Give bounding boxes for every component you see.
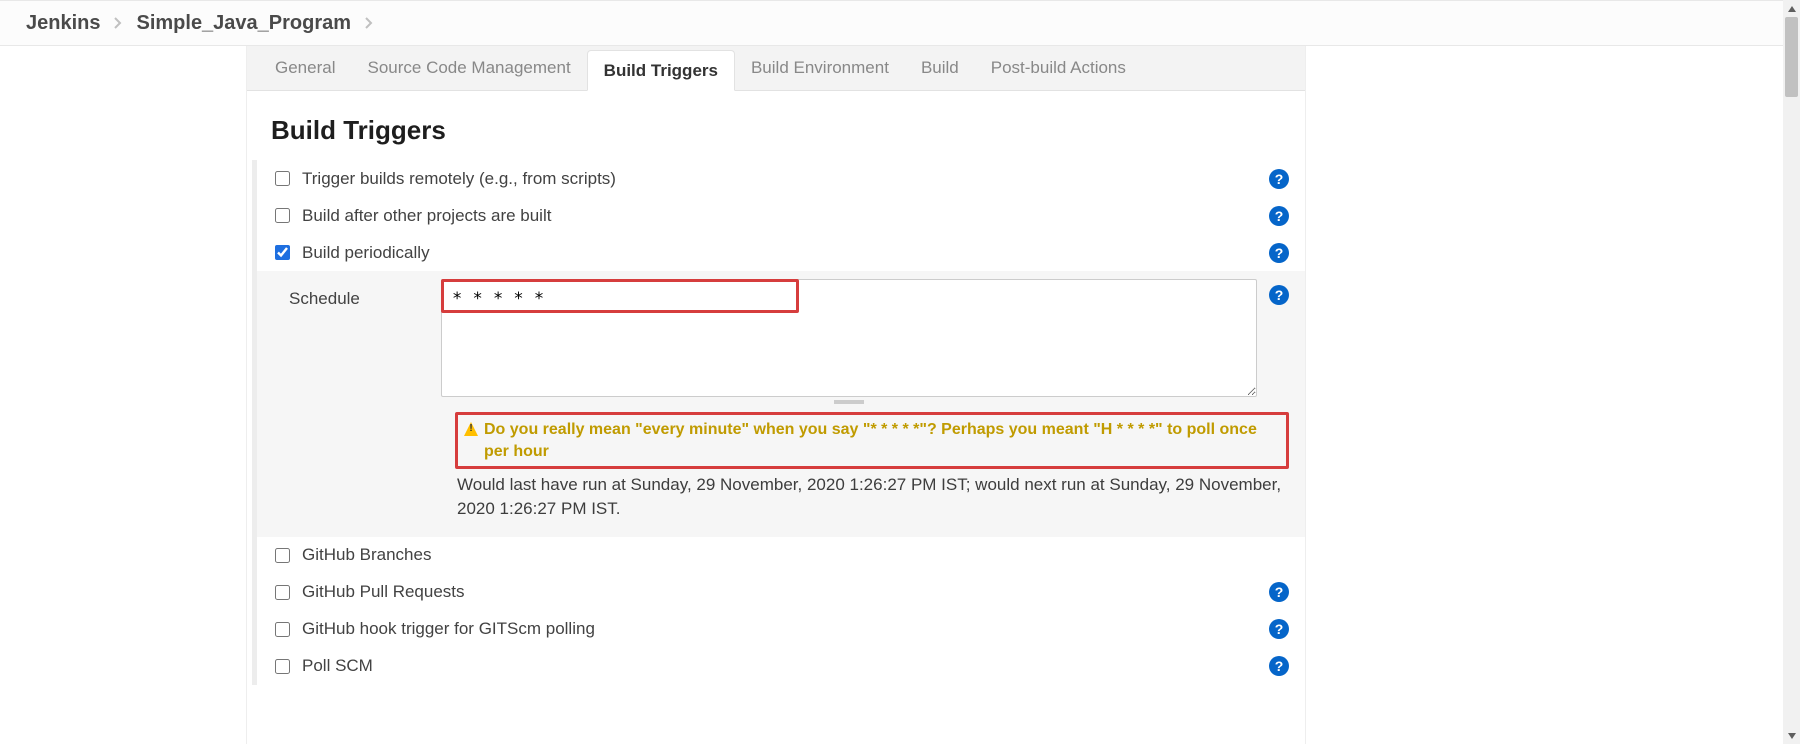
trigger-periodic-checkbox[interactable] bbox=[275, 245, 290, 260]
tab-build[interactable]: Build bbox=[905, 46, 975, 90]
poll-scm-label: Poll SCM bbox=[302, 656, 373, 676]
scrollbar-track[interactable] bbox=[1783, 17, 1800, 727]
github-hook-label: GitHub hook trigger for GITScm polling bbox=[302, 619, 595, 639]
trigger-after-label: Build after other projects are built bbox=[302, 206, 551, 226]
config-panel: General Source Code Management Build Tri… bbox=[246, 46, 1306, 744]
github-prs-row[interactable]: GitHub Pull Requests ? bbox=[257, 574, 1305, 611]
help-icon[interactable]: ? bbox=[1269, 285, 1289, 305]
poll-scm-checkbox[interactable] bbox=[275, 659, 290, 674]
github-prs-label: GitHub Pull Requests bbox=[302, 582, 465, 602]
schedule-warning: Do you really mean "every minute" when y… bbox=[455, 412, 1289, 469]
trigger-remote-checkbox[interactable] bbox=[275, 171, 290, 186]
help-icon[interactable]: ? bbox=[1269, 206, 1289, 226]
breadcrumb-root[interactable]: Jenkins bbox=[26, 12, 100, 35]
schedule-info-text: Would last have run at Sunday, 29 Novemb… bbox=[455, 471, 1289, 529]
vertical-scrollbar[interactable] bbox=[1783, 0, 1800, 744]
help-icon[interactable]: ? bbox=[1269, 169, 1289, 189]
trigger-after-row[interactable]: Build after other projects are built ? bbox=[257, 197, 1305, 234]
breadcrumb-project[interactable]: Simple_Java_Program bbox=[136, 12, 351, 35]
scroll-up-icon[interactable] bbox=[1783, 0, 1800, 17]
tab-general[interactable]: General bbox=[259, 46, 351, 90]
schedule-warning-text: Do you really mean "every minute" when y… bbox=[484, 419, 1280, 462]
trigger-periodic-row[interactable]: Build periodically ? bbox=[257, 234, 1305, 271]
build-triggers-form: Trigger builds remotely (e.g., from scri… bbox=[252, 160, 1305, 685]
help-icon[interactable]: ? bbox=[1269, 582, 1289, 602]
github-prs-checkbox[interactable] bbox=[275, 585, 290, 600]
chevron-right-icon[interactable] bbox=[114, 17, 122, 29]
github-branches-label: GitHub Branches bbox=[302, 545, 431, 565]
github-branches-checkbox[interactable] bbox=[275, 548, 290, 563]
resize-handle-icon[interactable] bbox=[834, 400, 864, 404]
tab-post-build[interactable]: Post-build Actions bbox=[975, 46, 1142, 90]
help-icon[interactable]: ? bbox=[1269, 656, 1289, 676]
help-icon[interactable]: ? bbox=[1269, 619, 1289, 639]
schedule-textarea[interactable] bbox=[441, 279, 1257, 397]
warning-icon bbox=[464, 422, 478, 436]
scroll-down-icon[interactable] bbox=[1783, 727, 1800, 744]
trigger-remote-row[interactable]: Trigger builds remotely (e.g., from scri… bbox=[257, 160, 1305, 197]
chevron-right-icon[interactable] bbox=[365, 17, 373, 29]
poll-scm-row[interactable]: Poll SCM ? bbox=[257, 648, 1305, 685]
section-title: Build Triggers bbox=[247, 91, 1305, 160]
tab-scm[interactable]: Source Code Management bbox=[351, 46, 586, 90]
tab-build-triggers[interactable]: Build Triggers bbox=[587, 50, 735, 91]
tab-build-env[interactable]: Build Environment bbox=[735, 46, 905, 90]
github-hook-row[interactable]: GitHub hook trigger for GITScm polling ? bbox=[257, 611, 1305, 648]
github-branches-row[interactable]: GitHub Branches bbox=[257, 537, 1305, 574]
trigger-remote-label: Trigger builds remotely (e.g., from scri… bbox=[302, 169, 616, 189]
trigger-after-checkbox[interactable] bbox=[275, 208, 290, 223]
schedule-row: Schedule ? bbox=[257, 271, 1305, 408]
schedule-label: Schedule bbox=[271, 279, 441, 309]
trigger-periodic-label: Build periodically bbox=[302, 243, 430, 263]
github-hook-checkbox[interactable] bbox=[275, 622, 290, 637]
help-icon[interactable]: ? bbox=[1269, 243, 1289, 263]
scrollbar-thumb[interactable] bbox=[1785, 17, 1798, 97]
config-tabs: General Source Code Management Build Tri… bbox=[247, 46, 1305, 91]
breadcrumb: Jenkins Simple_Java_Program bbox=[0, 0, 1800, 46]
